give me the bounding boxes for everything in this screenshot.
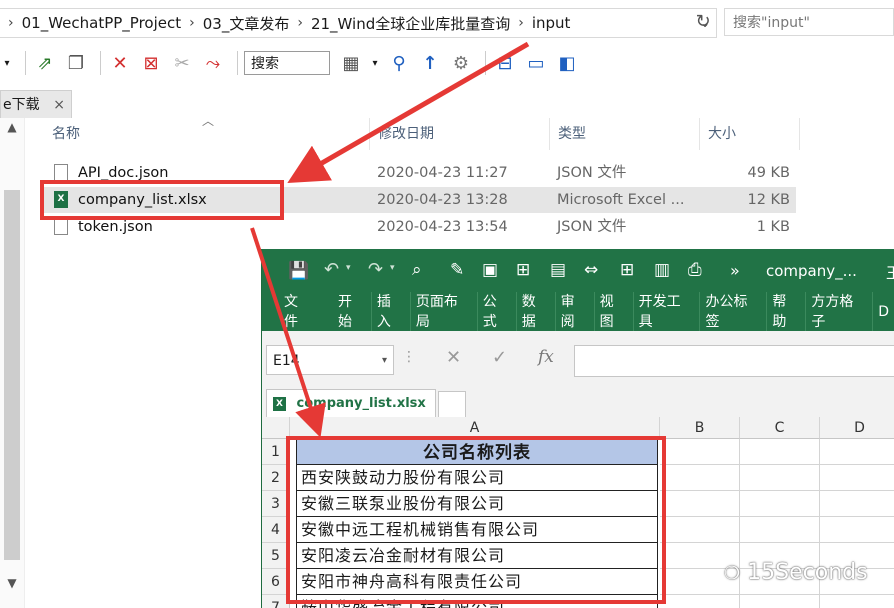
arrow-to-file [287,41,530,184]
watermark: ❍ 15Seconds [724,560,868,585]
arrow-to-sheet [250,227,326,438]
wechat-icon: ❍ [724,563,741,584]
annotation-arrows [250,41,530,438]
watermark-text: 15Seconds [747,560,868,585]
